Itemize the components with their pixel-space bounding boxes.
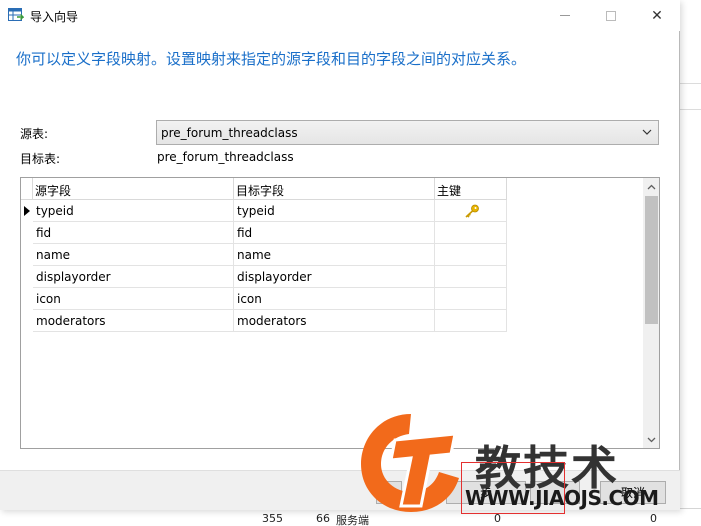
table-row[interactable]: moderators moderators xyxy=(21,310,507,332)
maximize-button[interactable] xyxy=(588,0,634,31)
source-table-value: pre_forum_threadclass xyxy=(161,126,298,140)
table-import-icon xyxy=(8,8,24,21)
row-indicator xyxy=(21,200,33,222)
row-indicator xyxy=(21,244,33,266)
target-table-label: 目标表: xyxy=(20,152,61,166)
background-strip xyxy=(679,84,701,110)
column-header-primary-key[interactable]: 主键 xyxy=(435,178,507,200)
minimize-button[interactable] xyxy=(542,0,588,31)
window-title: 导入向导 xyxy=(30,10,79,24)
primary-key-cell[interactable] xyxy=(435,288,507,310)
source-field-cell[interactable]: fid xyxy=(33,222,234,244)
row-indicator xyxy=(21,310,33,332)
target-field-cell[interactable]: moderators xyxy=(234,310,435,332)
target-field-cell[interactable]: name xyxy=(234,244,435,266)
source-field-cell[interactable]: typeid xyxy=(33,200,234,222)
primary-key-cell[interactable] xyxy=(435,200,507,222)
source-field-cell[interactable]: displayorder xyxy=(33,266,234,288)
primary-key-cell[interactable] xyxy=(435,266,507,288)
watermark: 教技术 WWW.JIAOJS.COM xyxy=(355,408,685,516)
target-table-value: pre_forum_threadclass xyxy=(157,150,294,164)
column-header-source-field[interactable]: 源字段 xyxy=(33,178,234,200)
title-bar[interactable]: 导入向导 ✕ xyxy=(0,0,680,31)
key-icon xyxy=(465,204,479,218)
source-table-select[interactable]: pre_forum_threadclass xyxy=(156,120,659,145)
close-button[interactable]: ✕ xyxy=(634,0,680,31)
target-field-cell[interactable]: fid xyxy=(234,222,435,244)
minimize-icon xyxy=(560,15,570,16)
row-indicator-header xyxy=(21,178,33,200)
primary-key-cell[interactable] xyxy=(435,222,507,244)
table-row[interactable]: fid fid xyxy=(21,222,507,244)
source-field-cell[interactable]: name xyxy=(33,244,234,266)
chevron-down-icon xyxy=(642,129,652,135)
table-row[interactable]: name name xyxy=(21,244,507,266)
target-field-cell[interactable]: icon xyxy=(234,288,435,310)
maximize-icon xyxy=(606,10,616,21)
close-icon: ✕ xyxy=(651,7,663,24)
target-field-cell[interactable]: displayorder xyxy=(234,266,435,288)
source-field-cell[interactable]: icon xyxy=(33,288,234,310)
bg-cell: 66 xyxy=(316,512,330,525)
table-row[interactable]: typeid typeid xyxy=(21,200,507,222)
primary-key-cell[interactable] xyxy=(435,244,507,266)
scrollbar-thumb[interactable] xyxy=(645,196,658,324)
column-header-target-field[interactable]: 目标字段 xyxy=(234,178,435,200)
table-row[interactable]: displayorder displayorder xyxy=(21,266,507,288)
background-strip xyxy=(679,58,701,84)
table-row[interactable]: icon icon xyxy=(21,288,507,310)
wizard-description: 你可以定义字段映射。设置映射来指定的源字段和目的字段之间的对应关系。 xyxy=(16,50,527,68)
row-indicator xyxy=(21,222,33,244)
target-field-cell[interactable]: typeid xyxy=(234,200,435,222)
bg-cell: 355 xyxy=(262,512,283,525)
watermark-url: WWW.JIAOJS.COM xyxy=(465,486,659,510)
scroll-up-button[interactable] xyxy=(643,178,659,195)
chevron-up-icon xyxy=(647,184,656,189)
primary-key-cell[interactable] xyxy=(435,310,507,332)
watermark-logo-icon xyxy=(361,414,459,512)
row-indicator xyxy=(21,266,33,288)
row-indicator xyxy=(21,288,33,310)
source-table-label: 源表: xyxy=(20,127,49,141)
current-row-arrow-icon xyxy=(24,206,30,216)
source-field-cell[interactable]: moderators xyxy=(33,310,234,332)
